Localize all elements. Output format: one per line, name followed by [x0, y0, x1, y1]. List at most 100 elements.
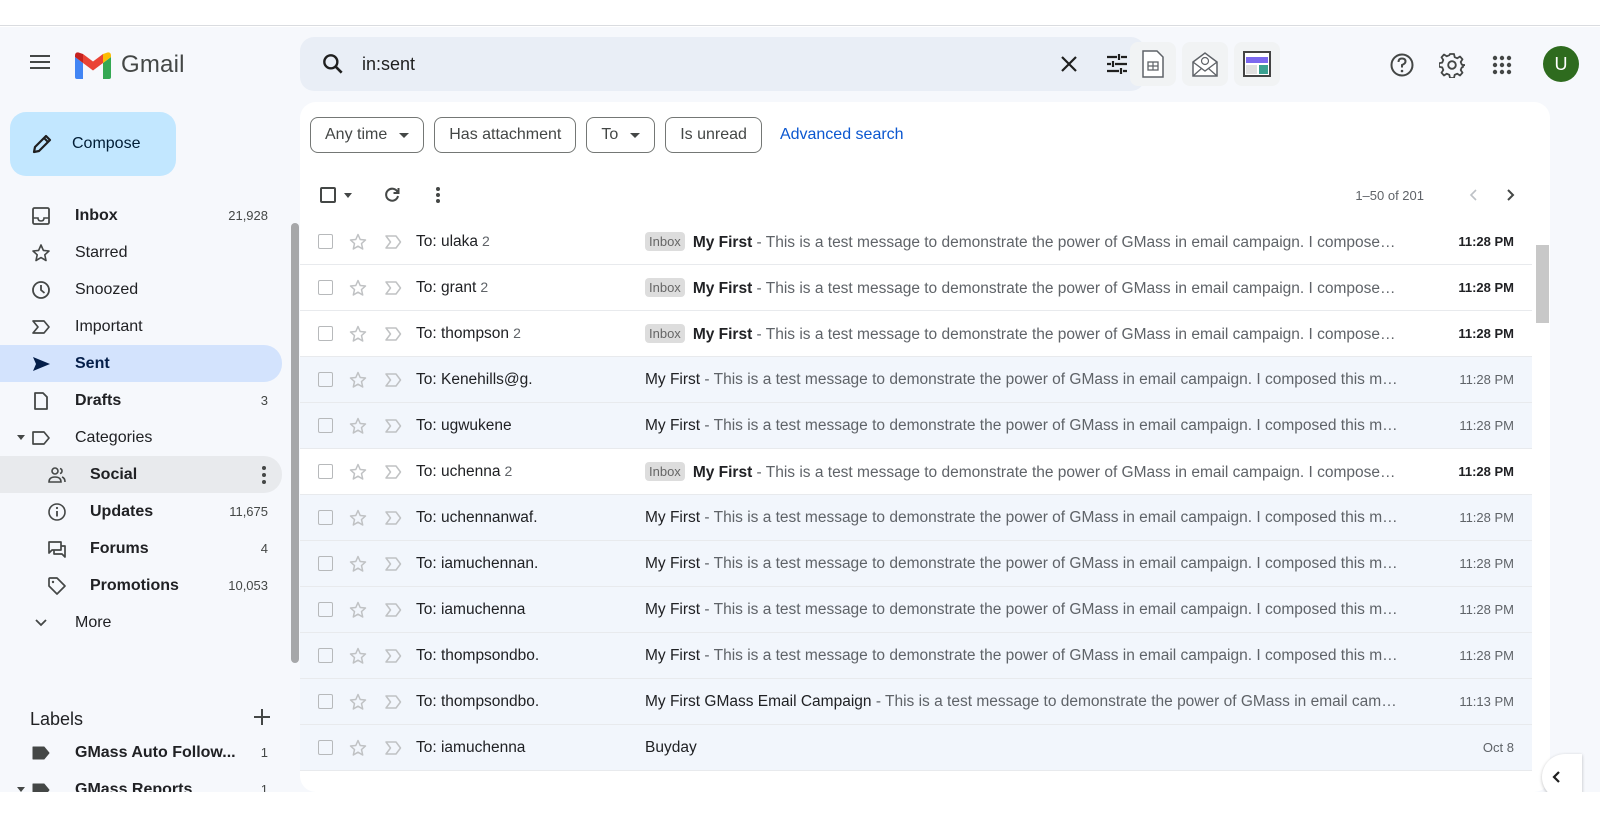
email-subject: My First — [645, 646, 701, 664]
important-marker-icon[interactable] — [383, 554, 403, 574]
row-checkbox[interactable] — [318, 234, 333, 249]
recipient: To: thompson 2 — [416, 325, 521, 343]
sidebar-item-updates[interactable]: Updates 11,675 — [0, 493, 282, 530]
star-icon[interactable] — [348, 324, 368, 344]
important-marker-icon[interactable] — [383, 324, 403, 344]
clear-search-button[interactable] — [1049, 44, 1089, 84]
filter-to[interactable]: To — [586, 117, 656, 153]
compose-button[interactable]: Compose — [10, 112, 176, 176]
label-item-gmass-auto-followup[interactable]: GMass Auto Follow... 1 — [0, 734, 282, 771]
expand-caret-icon[interactable] — [17, 435, 25, 440]
create-label-plus-icon[interactable] — [250, 705, 274, 729]
sidebar-item-promotions[interactable]: Promotions 10,053 — [0, 567, 282, 604]
advanced-search-link[interactable]: Advanced search — [780, 126, 904, 144]
search-icon[interactable] — [320, 51, 346, 77]
star-icon[interactable] — [348, 600, 368, 620]
important-marker-icon[interactable] — [383, 508, 403, 528]
star-icon[interactable] — [348, 416, 368, 436]
email-row[interactable]: To: Kenehills@g. My First - This is a te… — [300, 357, 1532, 403]
sidebar-item-snoozed[interactable]: Snoozed — [0, 271, 282, 308]
sidebar-item-starred[interactable]: Starred — [0, 234, 282, 271]
star-icon[interactable] — [348, 232, 368, 252]
search-input[interactable] — [362, 53, 1049, 75]
email-row[interactable]: To: iamuchenna Buyday Oct 8 — [300, 725, 1532, 771]
star-icon[interactable] — [348, 278, 368, 298]
filter-has-attachment[interactable]: Has attachment — [434, 117, 577, 153]
email-list: To: ulaka 2 Inbox My First - This is a tes… — [300, 219, 1532, 771]
important-marker-icon[interactable] — [383, 416, 403, 436]
star-icon[interactable] — [348, 508, 368, 528]
sidebar-item-label: Categories — [75, 428, 153, 446]
email-row[interactable]: To: iamuchennan. My First - This is a te… — [300, 541, 1532, 587]
row-checkbox[interactable] — [318, 556, 333, 571]
row-checkbox[interactable] — [318, 280, 333, 295]
important-marker-icon[interactable] — [383, 232, 403, 252]
help-button[interactable] — [1386, 49, 1418, 81]
email-row[interactable]: To: ulaka 2 Inbox My First - This is a tes… — [300, 219, 1532, 265]
important-marker-icon[interactable] — [383, 692, 403, 712]
chevron-down-icon — [30, 612, 52, 634]
row-checkbox[interactable] — [318, 648, 333, 663]
important-marker-icon[interactable] — [383, 462, 403, 482]
row-checkbox[interactable] — [318, 464, 333, 479]
email-row[interactable]: To: uchennanwaf. My First - This is a te… — [300, 495, 1532, 541]
search-filter-chips: Any time Has attachment To Is unread Adv… — [310, 117, 904, 153]
refresh-icon — [385, 187, 400, 202]
email-extension-button[interactable] — [1182, 42, 1228, 86]
star-icon[interactable] — [348, 692, 368, 712]
account-avatar[interactable]: U — [1543, 46, 1579, 82]
important-marker-icon[interactable] — [383, 370, 403, 390]
row-checkbox[interactable] — [318, 372, 333, 387]
star-icon[interactable] — [348, 462, 368, 482]
newer-page-button[interactable] — [1464, 185, 1484, 205]
inbox-icon — [30, 205, 52, 227]
sidebar-item-categories[interactable]: Categories — [0, 419, 282, 456]
email-row[interactable]: To: iamuchenna My First - This is a test… — [300, 587, 1532, 633]
template-extension-button[interactable] — [1234, 42, 1280, 86]
sidebar-scrollbar[interactable] — [291, 223, 299, 663]
email-row[interactable]: To: uchenna 2 Inbox My First - This is a t… — [300, 449, 1532, 495]
star-icon[interactable] — [348, 646, 368, 666]
select-all-checkbox[interactable] — [320, 187, 336, 203]
sidebar-item-label: Social — [90, 465, 138, 483]
sidebar-item-forums[interactable]: Forums 4 — [0, 530, 282, 567]
star-icon[interactable] — [348, 738, 368, 758]
email-row[interactable]: To: ugwukene My First - This is a test m… — [300, 403, 1532, 449]
select-options-dropdown[interactable] — [344, 192, 352, 198]
row-checkbox[interactable] — [318, 418, 333, 433]
more-actions-button[interactable] — [428, 185, 448, 205]
more-options-icon[interactable] — [262, 465, 266, 484]
google-apps-button[interactable] — [1486, 49, 1518, 81]
important-marker-icon[interactable] — [383, 600, 403, 620]
sidebar-item-important[interactable]: Important — [0, 308, 282, 345]
email-row[interactable]: To: grant 2 Inbox My First - This is a tes… — [300, 265, 1532, 311]
settings-button[interactable] — [1436, 49, 1468, 81]
row-checkbox[interactable] — [318, 510, 333, 525]
email-row[interactable]: To: thompsondbo. My First GMass Email Ca… — [300, 679, 1532, 725]
inbox-label-badge: Inbox — [645, 231, 685, 251]
star-icon[interactable] — [348, 370, 368, 390]
gmail-logo[interactable]: Gmail — [75, 51, 185, 79]
row-checkbox[interactable] — [318, 602, 333, 617]
important-marker-icon[interactable] — [383, 278, 403, 298]
filter-any-time[interactable]: Any time — [310, 117, 425, 153]
sidebar-item-drafts[interactable]: Drafts 3 — [0, 382, 282, 419]
email-row[interactable]: To: thompson 2 Inbox My First - This is a … — [300, 311, 1532, 357]
row-checkbox[interactable] — [318, 326, 333, 341]
sidebar-item-inbox[interactable]: Inbox 21,928 — [0, 197, 282, 234]
filter-is-unread[interactable]: Is unread — [665, 117, 762, 153]
email-row[interactable]: To: thompsondbo. My First - This is a te… — [300, 633, 1532, 679]
main-menu-button[interactable] — [28, 51, 52, 75]
star-icon[interactable] — [348, 554, 368, 574]
row-checkbox[interactable] — [318, 694, 333, 709]
refresh-button[interactable] — [382, 185, 402, 205]
important-marker-icon[interactable] — [383, 646, 403, 666]
row-checkbox[interactable] — [318, 740, 333, 755]
sidebar-item-social[interactable]: Social — [0, 456, 282, 493]
sidebar-item-more[interactable]: More — [0, 604, 282, 641]
sheets-extension-button[interactable] — [1130, 42, 1176, 86]
mail-list-scrollbar[interactable] — [1536, 245, 1549, 323]
older-page-button[interactable] — [1500, 185, 1520, 205]
sidebar-item-sent[interactable]: Sent — [0, 345, 282, 382]
important-marker-icon[interactable] — [383, 738, 403, 758]
